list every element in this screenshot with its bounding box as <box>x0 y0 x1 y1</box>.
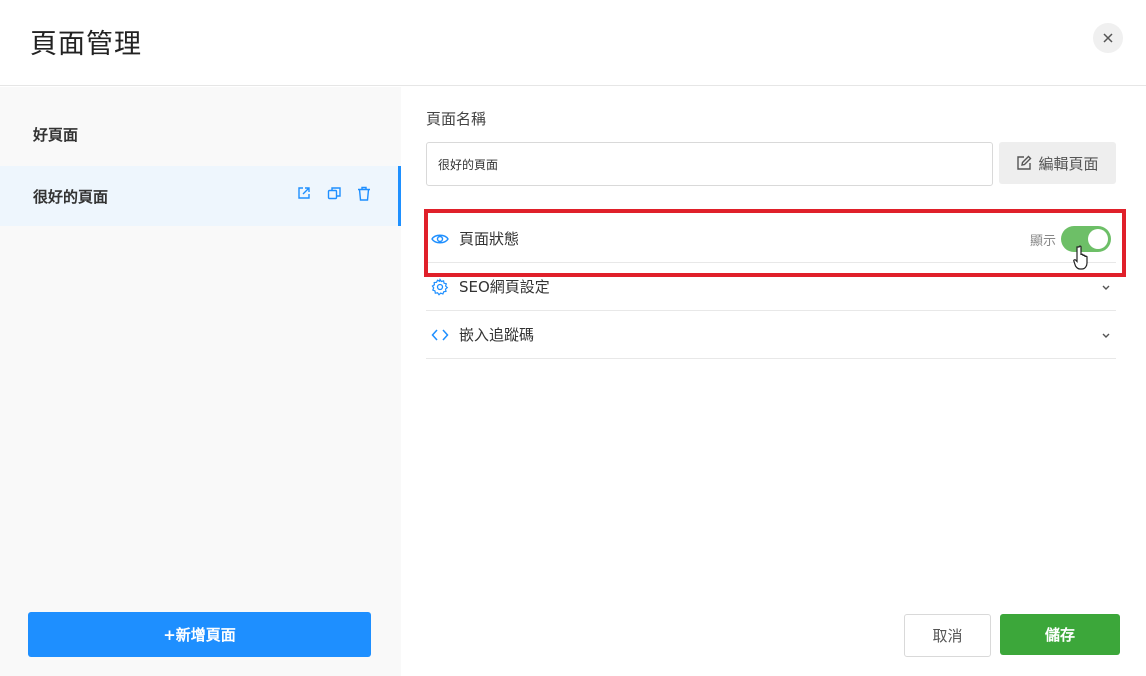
seo-settings-label: SEO網頁設定 <box>459 278 550 296</box>
trash-icon[interactable] <box>357 186 373 202</box>
edit-icon <box>1017 155 1032 170</box>
page-list-item-selected[interactable]: 很好的頁面 <box>0 166 401 226</box>
chevron-down-icon <box>1102 333 1110 338</box>
close-button[interactable] <box>1093 23 1123 53</box>
page-status-row: 頁面狀態 顯示 <box>426 215 1116 263</box>
add-page-button[interactable]: +新增頁面 <box>28 612 371 657</box>
close-icon <box>1103 33 1113 43</box>
embed-tracking-label: 嵌入追蹤碼 <box>459 326 535 344</box>
page-item-label: 好頁面 <box>33 125 79 144</box>
page-list-item[interactable]: 好頁面 <box>0 104 401 164</box>
gear-icon <box>431 277 449 296</box>
dialog-header: 頁面管理 <box>0 0 1146 86</box>
dialog-title: 頁面管理 <box>30 29 142 60</box>
page-name-label: 頁面名稱 <box>426 110 487 128</box>
seo-settings-row[interactable]: SEO網頁設定 <box>426 263 1116 311</box>
hand-cursor-icon <box>1073 245 1088 270</box>
chevron-down-icon <box>1102 285 1110 290</box>
page-management-dialog: 頁面管理 好頁面 很好的頁面 +新增頁面 頁面名稱 很好的頁面 編輯頁面 頁面狀… <box>0 0 1146 676</box>
page-list-sidebar: 好頁面 很好的頁面 +新增頁面 <box>0 87 401 676</box>
edit-page-label: 編輯頁面 <box>1038 154 1099 173</box>
duplicate-icon[interactable] <box>327 186 343 202</box>
external-link-icon[interactable] <box>297 186 313 202</box>
page-item-label: 很好的頁面 <box>33 187 109 206</box>
toggle-state-label: 顯示 <box>1029 234 1056 249</box>
cancel-button[interactable]: 取消 <box>904 614 991 657</box>
eye-icon <box>431 230 449 248</box>
page-status-label: 頁面狀態 <box>459 230 520 248</box>
page-name-input[interactable] <box>426 142 993 186</box>
page-item-actions <box>297 186 373 202</box>
edit-page-button[interactable]: 編輯頁面 <box>999 142 1116 184</box>
embed-tracking-row[interactable]: 嵌入追蹤碼 <box>426 311 1116 359</box>
page-settings-panel: 頁面名稱 編輯頁面 頁面狀態 顯示 SEO網頁設定 <box>401 87 1146 676</box>
code-icon <box>431 326 449 344</box>
save-button[interactable]: 儲存 <box>1000 614 1120 655</box>
